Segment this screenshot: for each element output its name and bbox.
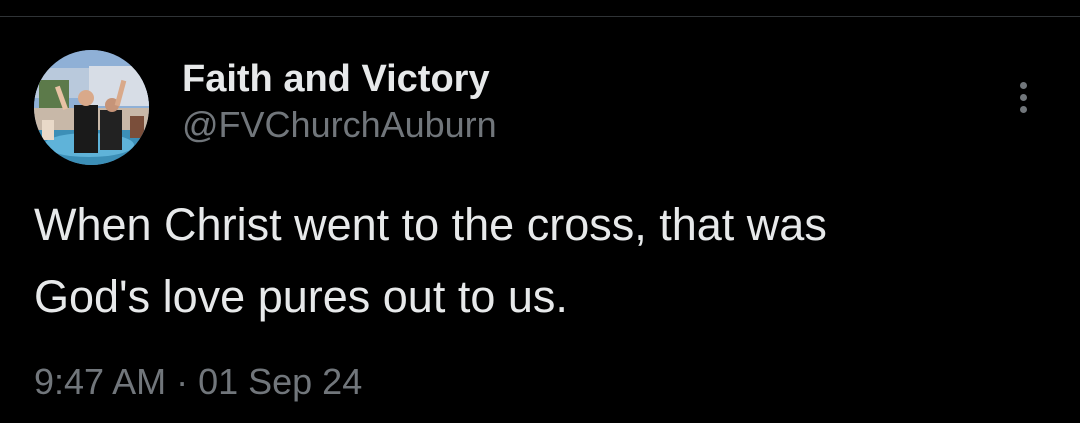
more-vertical-icon-dot [1019,93,1027,101]
tweet-text-line: When Christ went to the cross, that was [34,199,827,250]
author-handle[interactable]: @FVChurchAuburn [182,104,497,146]
more-vertical-icon [1019,81,1027,89]
author-display-name[interactable]: Faith and Victory [182,57,497,101]
more-options-button[interactable] [1006,75,1040,119]
tweet-text-line: God's love pures out to us. [34,271,568,322]
tweet[interactable]: Faith and Victory @FVChurchAuburn When C… [0,17,1080,423]
author-info: Faith and Victory @FVChurchAuburn [182,57,497,146]
avatar[interactable] [34,50,149,165]
tweet-timestamp[interactable]: 9:47 AM · 01 Sep 24 [34,360,362,404]
tweet-text: When Christ went to the cross, that was … [34,189,1044,333]
more-vertical-icon-dot [1019,105,1027,113]
avatar-photo [34,50,149,165]
